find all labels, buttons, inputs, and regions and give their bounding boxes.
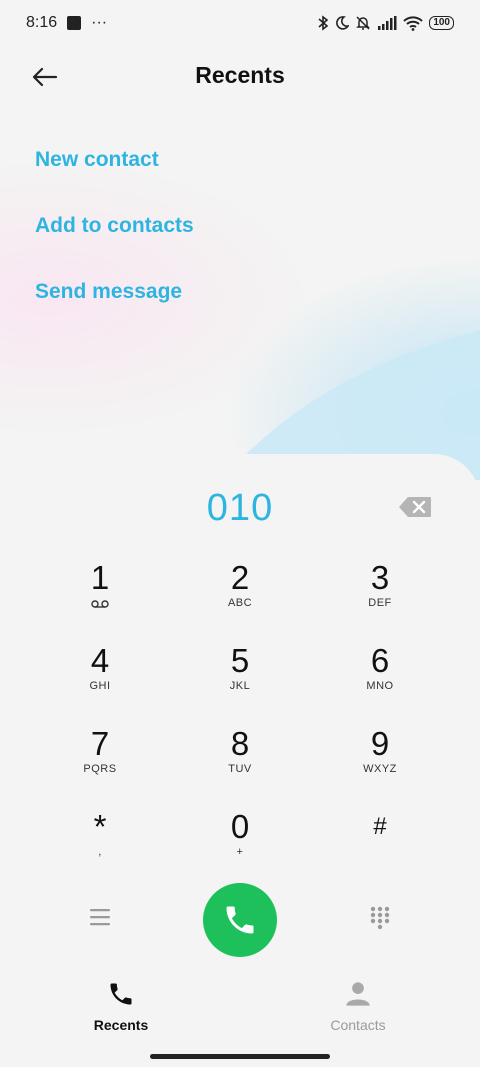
key-letters: WXYZ xyxy=(363,763,397,775)
key-digit: 2 xyxy=(230,559,250,596)
key-2[interactable]: 2 ABC xyxy=(180,560,300,630)
person-icon xyxy=(346,982,370,1006)
bluetooth-icon xyxy=(318,15,329,31)
key-letters: JKL xyxy=(229,680,251,692)
key-digit: 8 xyxy=(230,725,250,762)
key-digit: 1 xyxy=(90,559,110,596)
key-star[interactable]: * , xyxy=(40,809,160,879)
key-digit: 3 xyxy=(370,559,390,596)
phone-icon xyxy=(226,906,254,934)
key-digit: 0 xyxy=(230,808,250,845)
key-letters: + xyxy=(236,846,244,858)
add-to-contacts-link[interactable]: Add to contacts xyxy=(35,214,194,238)
key-digit: 6 xyxy=(370,642,390,679)
key-digit: 5 xyxy=(230,642,250,679)
new-contact-link[interactable]: New contact xyxy=(35,148,159,172)
key-7[interactable]: 7 PQRS xyxy=(40,726,160,796)
key-letters: MNO xyxy=(366,680,394,692)
nav-contacts-label: Contacts xyxy=(330,1017,386,1033)
key-digit: 9 xyxy=(370,725,390,762)
phone-icon xyxy=(110,983,132,1005)
key-0[interactable]: 0 + xyxy=(180,809,300,879)
page-title: Recents xyxy=(195,62,285,88)
nav-recents-label: Recents xyxy=(93,1017,149,1033)
wifi-icon xyxy=(403,15,424,31)
key-1[interactable]: 1 xyxy=(40,560,160,630)
nav-contacts[interactable]: Contacts xyxy=(298,980,418,1033)
key-3[interactable]: 3 DEF xyxy=(320,560,440,630)
send-message-link[interactable]: Send message xyxy=(35,280,182,304)
key-5[interactable]: 5 JKL xyxy=(180,643,300,713)
key-digit: 4 xyxy=(90,642,110,679)
home-indicator xyxy=(150,1054,330,1059)
key-6[interactable]: 6 MNO xyxy=(320,643,440,713)
key-9[interactable]: 9 WXYZ xyxy=(320,726,440,796)
status-bar: 8:16 ··· 100 xyxy=(0,0,480,46)
background-wave xyxy=(200,330,480,480)
key-letters: GHI xyxy=(89,680,111,692)
menu-icon[interactable] xyxy=(89,908,111,926)
key-letters: , xyxy=(98,846,102,858)
battery-icon: 100 xyxy=(429,16,454,30)
more-notifications: ··· xyxy=(91,14,108,31)
notification-icon xyxy=(67,16,82,30)
status-time: 8:16 xyxy=(26,14,58,31)
voicemail-icon xyxy=(91,600,109,608)
moon-icon xyxy=(336,16,350,30)
key-digit: # xyxy=(373,813,387,840)
signal-icon xyxy=(378,16,397,30)
key-letters: ABC xyxy=(227,597,253,609)
key-letters: TUV xyxy=(228,763,252,775)
key-letters: PQRS xyxy=(83,763,117,775)
nav-recents[interactable]: Recents xyxy=(61,980,181,1033)
key-8[interactable]: 8 TUV xyxy=(180,726,300,796)
key-digit: 7 xyxy=(90,725,110,762)
dialpad-icon[interactable] xyxy=(370,906,390,930)
key-digit: * xyxy=(93,808,107,845)
header: Recents xyxy=(0,46,480,108)
call-button[interactable] xyxy=(203,883,277,957)
key-4[interactable]: 4 GHI xyxy=(40,643,160,713)
key-hash[interactable]: # xyxy=(320,809,440,879)
backspace-icon[interactable] xyxy=(398,496,432,518)
key-letters: DEF xyxy=(368,597,392,609)
mute-bell-icon xyxy=(356,16,371,30)
